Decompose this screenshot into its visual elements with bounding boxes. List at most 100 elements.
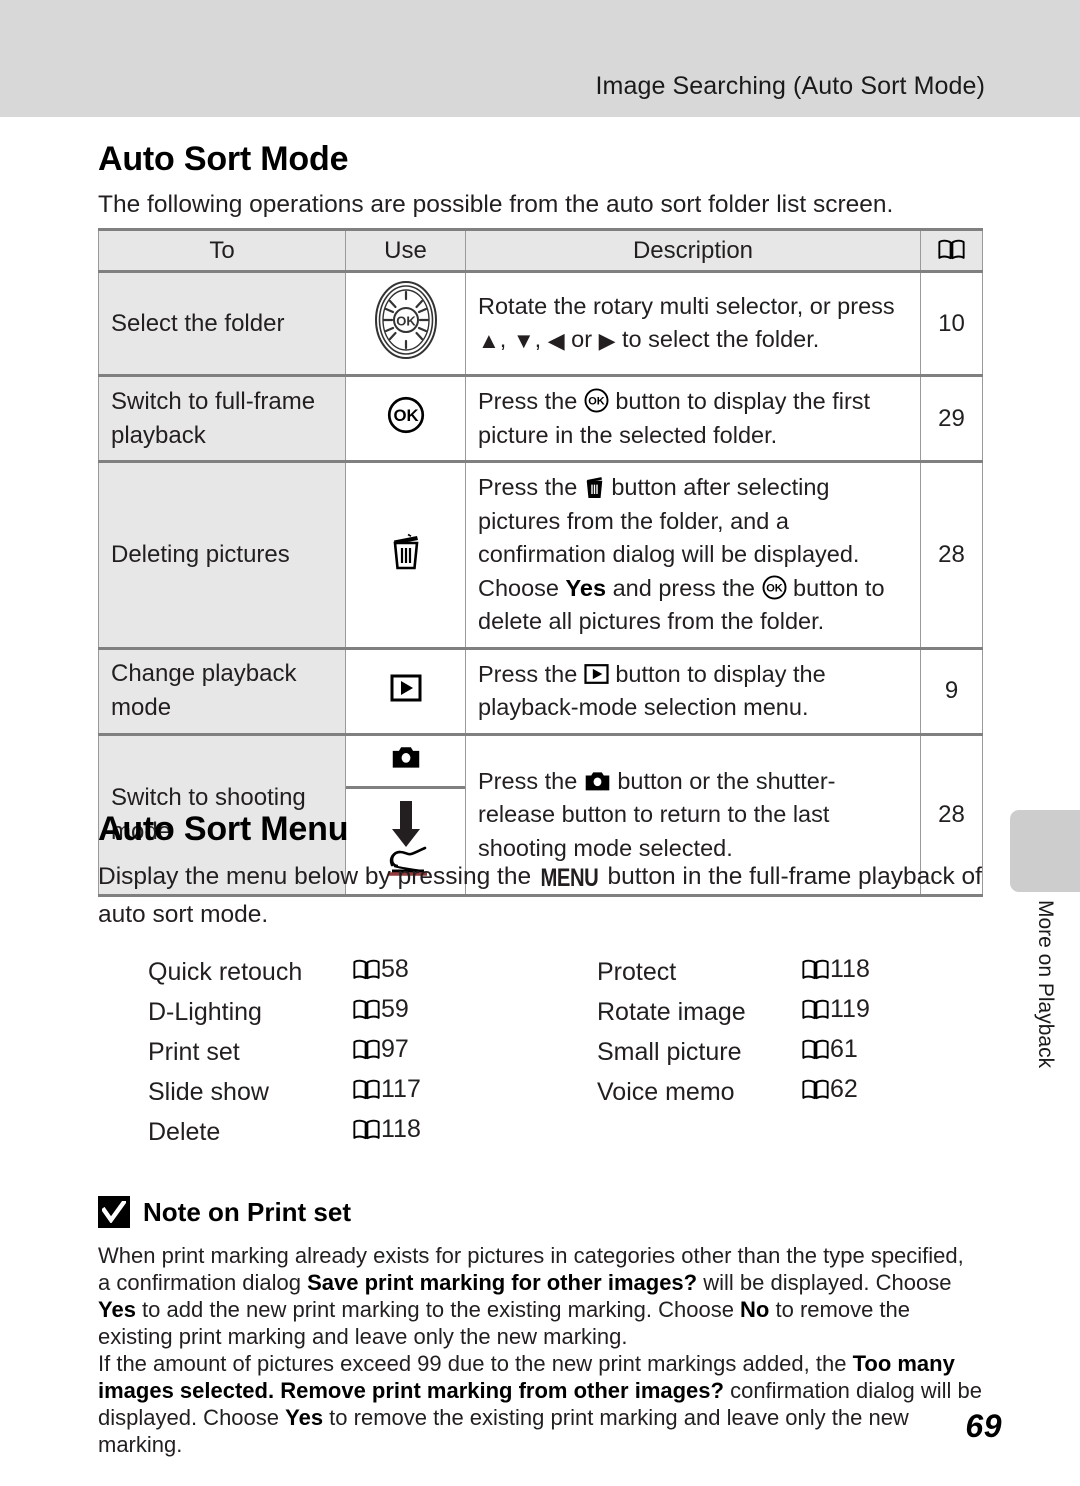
column-header-description: Description	[465, 228, 921, 273]
table-row: Select the folder OK Rotate the rotary m…	[98, 270, 983, 377]
note-paragraph: If the amount of pictures exceed 99 due …	[98, 1350, 982, 1458]
note-text: will be displayed. Choose	[697, 1270, 952, 1295]
page-number: 59	[381, 995, 409, 1023]
page-reference: 61	[802, 1035, 858, 1064]
menu-item-label: Protect	[597, 958, 677, 986]
checkmark-icon	[102, 1201, 126, 1223]
camera-button-icon	[392, 747, 419, 768]
menu-item-label: D-Lighting	[148, 998, 262, 1026]
row-description: Press the OK button to display the first…	[465, 374, 921, 463]
note-text: to add the new print marking to the exis…	[135, 1297, 741, 1322]
desc-text: Press the	[478, 388, 584, 414]
trash-icon	[586, 477, 603, 498]
book-icon	[938, 239, 965, 259]
note-dialog-title: Save print marking for other images?	[307, 1270, 698, 1295]
menu-item[interactable]: Protect 118	[597, 955, 870, 995]
note-option-no: No	[740, 1297, 770, 1322]
row-page-reference: 10	[920, 270, 983, 377]
menu-item[interactable]: Quick retouch 58	[148, 955, 421, 995]
row-page-reference: 29	[920, 374, 983, 463]
page-number: 58	[381, 955, 409, 983]
svg-text:OK: OK	[393, 406, 418, 425]
column-header-to: To	[98, 228, 346, 273]
note-body: When print marking already exists for pi…	[98, 1242, 982, 1458]
auto-sort-menu-right-column: Protect 118 Rotate image 119 Small pictu…	[597, 955, 870, 1115]
page-number: 69	[965, 1408, 1002, 1444]
desc-text: ,	[534, 326, 542, 352]
row-description: Press the button to display the playback…	[465, 646, 921, 736]
auto-sort-menu-left-column: Quick retouch 58 D-Lighting 59 Print set…	[148, 955, 421, 1155]
table-row: Deleting pictures Press the button after…	[98, 460, 983, 650]
note-option-yes: Yes	[285, 1405, 324, 1430]
book-icon	[353, 1079, 380, 1100]
menu-item-label: Slide show	[148, 1078, 269, 1106]
menu-item[interactable]: Small picture 61	[597, 1035, 870, 1075]
row-description: Press the button after selecting picture…	[465, 460, 921, 650]
chapter-tab-label: More on Playback	[1010, 900, 1080, 1100]
use-icon-top	[346, 735, 465, 789]
svg-text:OK: OK	[766, 582, 783, 594]
book-icon	[802, 1039, 829, 1060]
note-heading: Note on Print set	[98, 1196, 351, 1228]
ok-button-icon: OK	[762, 575, 787, 599]
column-header-use: Use	[345, 228, 466, 273]
desc-text: Press the	[478, 767, 584, 794]
menu-item[interactable]: Delete 118	[148, 1115, 421, 1155]
row-page-reference: 28	[920, 460, 983, 650]
page-number: 119	[830, 995, 870, 1023]
book-icon	[802, 999, 829, 1020]
row-label: Change playback mode	[98, 646, 346, 736]
row-label: Deleting pictures	[98, 460, 346, 650]
menu-item[interactable]: Rotate image 119	[597, 995, 870, 1035]
row-use-icon-cell: OK	[345, 374, 466, 463]
intro-text: Display the menu below by pressing the	[98, 863, 538, 890]
page-reference: 119	[802, 995, 870, 1024]
menu-item[interactable]: Print set 97	[148, 1035, 421, 1075]
chapter-tab-marker	[1010, 810, 1080, 892]
note-paragraph: When print marking already exists for pi…	[98, 1242, 982, 1350]
row-label: Select the folder	[98, 270, 346, 377]
desc-text: or	[564, 326, 599, 352]
right-triangle-icon: ▶	[598, 328, 616, 353]
left-triangle-icon: ◀	[547, 328, 565, 353]
operations-table: To Use Description Select the folder OK …	[98, 228, 983, 897]
menu-item[interactable]: Voice memo 62	[597, 1075, 870, 1115]
row-description: Rotate the rotary multi selector, or pre…	[465, 270, 921, 377]
row-use-icon-cell: OK	[345, 270, 466, 377]
book-icon	[353, 1039, 380, 1060]
page-number: 117	[381, 1075, 421, 1103]
desc-text: Press the	[478, 660, 584, 687]
menu-item-label: Small picture	[597, 1038, 742, 1066]
row-use-icon-cell	[345, 646, 466, 736]
trash-icon	[393, 534, 418, 570]
checkmark-box-icon	[98, 1196, 130, 1228]
menu-item[interactable]: Slide show 117	[148, 1075, 421, 1115]
desc-text: Press the	[478, 474, 584, 500]
page-reference: 118	[802, 955, 870, 984]
page-reference: 117	[353, 1075, 421, 1104]
note-title: Note on Print set	[143, 1196, 352, 1227]
manual-page: Image Searching (Auto Sort Mode) Auto So…	[0, 0, 1080, 1486]
page-number: 61	[830, 1035, 858, 1063]
page-number: 97	[381, 1035, 409, 1063]
book-icon	[353, 1119, 380, 1140]
book-icon	[353, 959, 380, 980]
up-triangle-icon: ▲	[478, 328, 500, 353]
playback-button-icon	[584, 663, 609, 684]
ok-button-icon: OK	[584, 388, 609, 413]
desc-text: and press the	[606, 574, 762, 601]
page-number: 118	[830, 955, 870, 983]
running-head: Image Searching (Auto Sort Mode)	[595, 72, 985, 100]
menu-button-icon: MENU	[540, 863, 599, 892]
menu-item-label: Voice memo	[597, 1078, 735, 1106]
row-label: Switch to full-frame playback	[98, 374, 346, 463]
section2-intro: Display the menu below by pressing the M…	[98, 858, 986, 933]
page-reference: 118	[353, 1115, 421, 1144]
menu-item-label: Delete	[148, 1118, 221, 1146]
desc-text: ,	[499, 326, 513, 352]
desc-text: to select the folder.	[615, 326, 820, 352]
table-row: Change playback mode Press the button to…	[98, 646, 983, 736]
menu-item[interactable]: D-Lighting 59	[148, 995, 421, 1035]
section1-intro: The following operations are possible fr…	[98, 191, 894, 218]
menu-item-label: Rotate image	[597, 998, 746, 1026]
